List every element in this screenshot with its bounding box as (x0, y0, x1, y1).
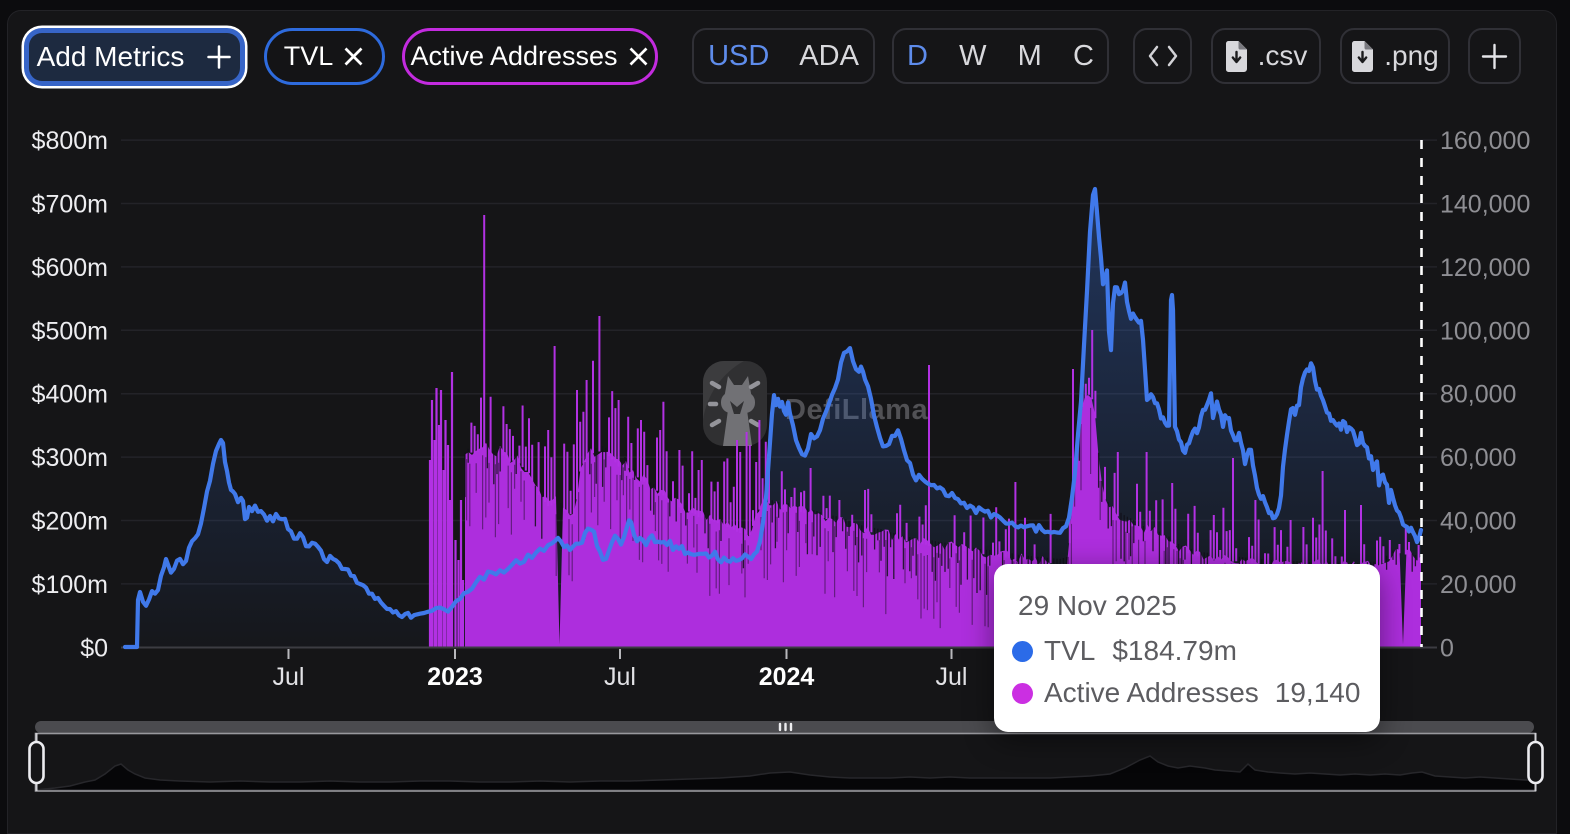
svg-text:Jul: Jul (936, 663, 968, 691)
svg-text:100,000: 100,000 (1440, 317, 1530, 345)
svg-text:20,000: 20,000 (1440, 571, 1516, 599)
svg-text:0: 0 (1440, 635, 1454, 663)
svg-text:120,000: 120,000 (1440, 254, 1530, 282)
svg-text:140,000: 140,000 (1440, 191, 1530, 219)
svg-text:Jul: Jul (604, 663, 636, 691)
svg-text:$300m: $300m (32, 444, 108, 472)
svg-text:$400m: $400m (32, 381, 108, 409)
svg-text:160,000: 160,000 (1440, 127, 1530, 155)
svg-text:$700m: $700m (32, 191, 108, 219)
svg-text:$100m: $100m (32, 571, 108, 599)
svg-text:2024: 2024 (759, 663, 815, 691)
svg-text:2023: 2023 (427, 663, 483, 691)
svg-text:Jul: Jul (273, 663, 305, 691)
svg-text:80,000: 80,000 (1440, 381, 1516, 409)
svg-text:$600m: $600m (32, 254, 108, 282)
svg-text:$800m: $800m (32, 127, 108, 155)
svg-text:$0: $0 (80, 635, 108, 663)
svg-text:60,000: 60,000 (1440, 444, 1516, 472)
svg-text:$500m: $500m (32, 317, 108, 345)
svg-text:$200m: $200m (32, 508, 108, 536)
svg-text:40,000: 40,000 (1440, 508, 1516, 536)
